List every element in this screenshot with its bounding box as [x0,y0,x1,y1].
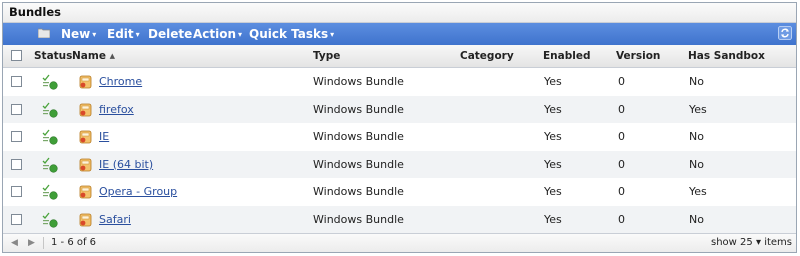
page-range-text: 1 - 6 of 6 [51,237,97,248]
header-status[interactable]: Status [34,45,72,67]
enabled-cell: Yes [544,102,562,116]
edit-menu[interactable]: Edit ▾ [107,23,140,46]
bundle-name-link[interactable]: IE [99,123,109,151]
header-enabled[interactable]: Enabled [543,45,591,67]
type-cell: Windows Bundle [313,130,404,144]
folder-icon [38,28,50,38]
status-icon [42,102,58,118]
pagination-footer: ◀ ▶ 1 - 6 of 6 show 25 ▾ items [3,233,796,252]
refresh-icon[interactable] [778,26,792,40]
header-has-sandbox[interactable]: Has Sandbox [688,45,765,67]
header-type[interactable]: Type [313,45,340,67]
table-body: Chrome Windows Bundle Yes 0 No firefox W… [3,68,796,234]
header-version[interactable]: Version [616,45,660,67]
delete-button[interactable]: Delete [148,23,192,45]
version-cell: 0 [618,185,625,199]
next-page-icon[interactable]: ▶ [28,234,35,252]
row-checkbox[interactable] [11,103,22,115]
has-sandbox-cell: No [689,75,704,88]
enabled-cell: Yes [544,212,562,226]
bundle-icon [79,185,92,199]
quick-tasks-label: Quick Tasks [249,27,329,41]
new-label: New [61,27,91,41]
type-cell: Windows Bundle [313,212,404,226]
bundle-icon [79,158,92,172]
version-cell: 0 [618,130,625,144]
quick-tasks-caret-icon: ▾ [330,30,335,39]
has-sandbox-cell: No [689,212,704,226]
row-checkbox[interactable] [11,158,22,170]
status-icon [42,129,58,145]
edit-label: Edit [107,27,134,41]
bundle-name-link[interactable]: Safari [99,206,131,234]
bundle-name-link[interactable]: IE (64 bit) [99,151,153,179]
type-cell: Windows Bundle [313,157,404,171]
table-row[interactable]: Chrome Windows Bundle Yes 0 No [3,68,796,96]
table-row[interactable]: Opera - Group Windows Bundle Yes 0 Yes [3,178,796,206]
status-icon [42,157,58,173]
row-checkbox[interactable] [11,213,22,225]
status-icon [42,212,58,228]
action-label: Action [193,27,237,41]
version-cell: 0 [618,102,625,116]
items-label: items [764,237,792,248]
has-sandbox-cell: No [689,130,704,144]
edit-caret-icon: ▾ [135,30,140,39]
per-page-value: 25 [740,237,753,248]
has-sandbox-cell: Yes [689,185,707,199]
type-cell: Windows Bundle [313,75,404,88]
bundle-name-link[interactable]: Chrome [99,68,142,96]
table-row[interactable]: Safari Windows Bundle Yes 0 No [3,205,796,234]
type-cell: Windows Bundle [313,102,404,116]
action-menu[interactable]: Action ▾ [193,23,242,46]
new-caret-icon: ▾ [92,30,97,39]
per-page-caret-icon: ▾ [755,237,761,248]
row-checkbox[interactable] [11,76,22,87]
items-per-page: show 25 ▾ items [711,234,792,252]
has-sandbox-cell: Yes [689,102,707,116]
row-checkbox[interactable] [11,131,22,143]
version-cell: 0 [618,75,625,88]
new-menu[interactable]: New ▾ [61,23,96,46]
version-cell: 0 [618,212,625,226]
table-row[interactable]: firefox Windows Bundle Yes 0 Yes [3,95,796,124]
table-row[interactable]: IE (64 bit) Windows Bundle Yes 0 No [3,150,796,179]
enabled-cell: Yes [544,75,562,88]
prev-page-icon[interactable]: ◀ [11,234,18,252]
has-sandbox-cell: No [689,157,704,171]
bundle-icon [79,103,92,116]
enabled-cell: Yes [544,157,562,171]
sort-ascending-icon: ▲ [109,52,115,60]
quick-tasks-menu[interactable]: Quick Tasks ▾ [249,23,334,46]
show-label: show [711,237,737,248]
select-all-checkbox[interactable] [11,50,22,61]
table-header: Status Name ▲ Type Category Enabled Vers… [3,45,796,68]
action-caret-icon: ▾ [238,30,243,39]
type-cell: Windows Bundle [313,185,404,199]
toolbar: New ▾ Edit ▾ Delete Action ▾ Quick Tasks ▾ [3,23,796,45]
header-name-label: Name [72,50,106,62]
header-category[interactable]: Category [460,45,514,67]
pager-divider [43,237,44,249]
enabled-cell: Yes [544,185,562,199]
bundle-name-link[interactable]: firefox [99,96,134,124]
bundles-panel: Bundles New ▾ Edit ▾ Delete Action ▾ Quick … [2,2,797,253]
per-page-select[interactable]: 25 ▾ [740,237,761,248]
table-row[interactable]: IE Windows Bundle Yes 0 No [3,123,796,151]
bundle-icon [79,213,92,227]
bundle-icon [79,130,92,144]
status-icon [42,74,58,90]
enabled-cell: Yes [544,130,562,144]
version-cell: 0 [618,157,625,171]
bundle-icon [79,75,92,89]
bundle-name-link[interactable]: Opera - Group [99,178,177,206]
panel-title: Bundles [3,3,796,23]
header-name[interactable]: Name ▲ [72,45,115,67]
row-checkbox[interactable] [11,186,22,198]
status-icon [42,184,58,200]
